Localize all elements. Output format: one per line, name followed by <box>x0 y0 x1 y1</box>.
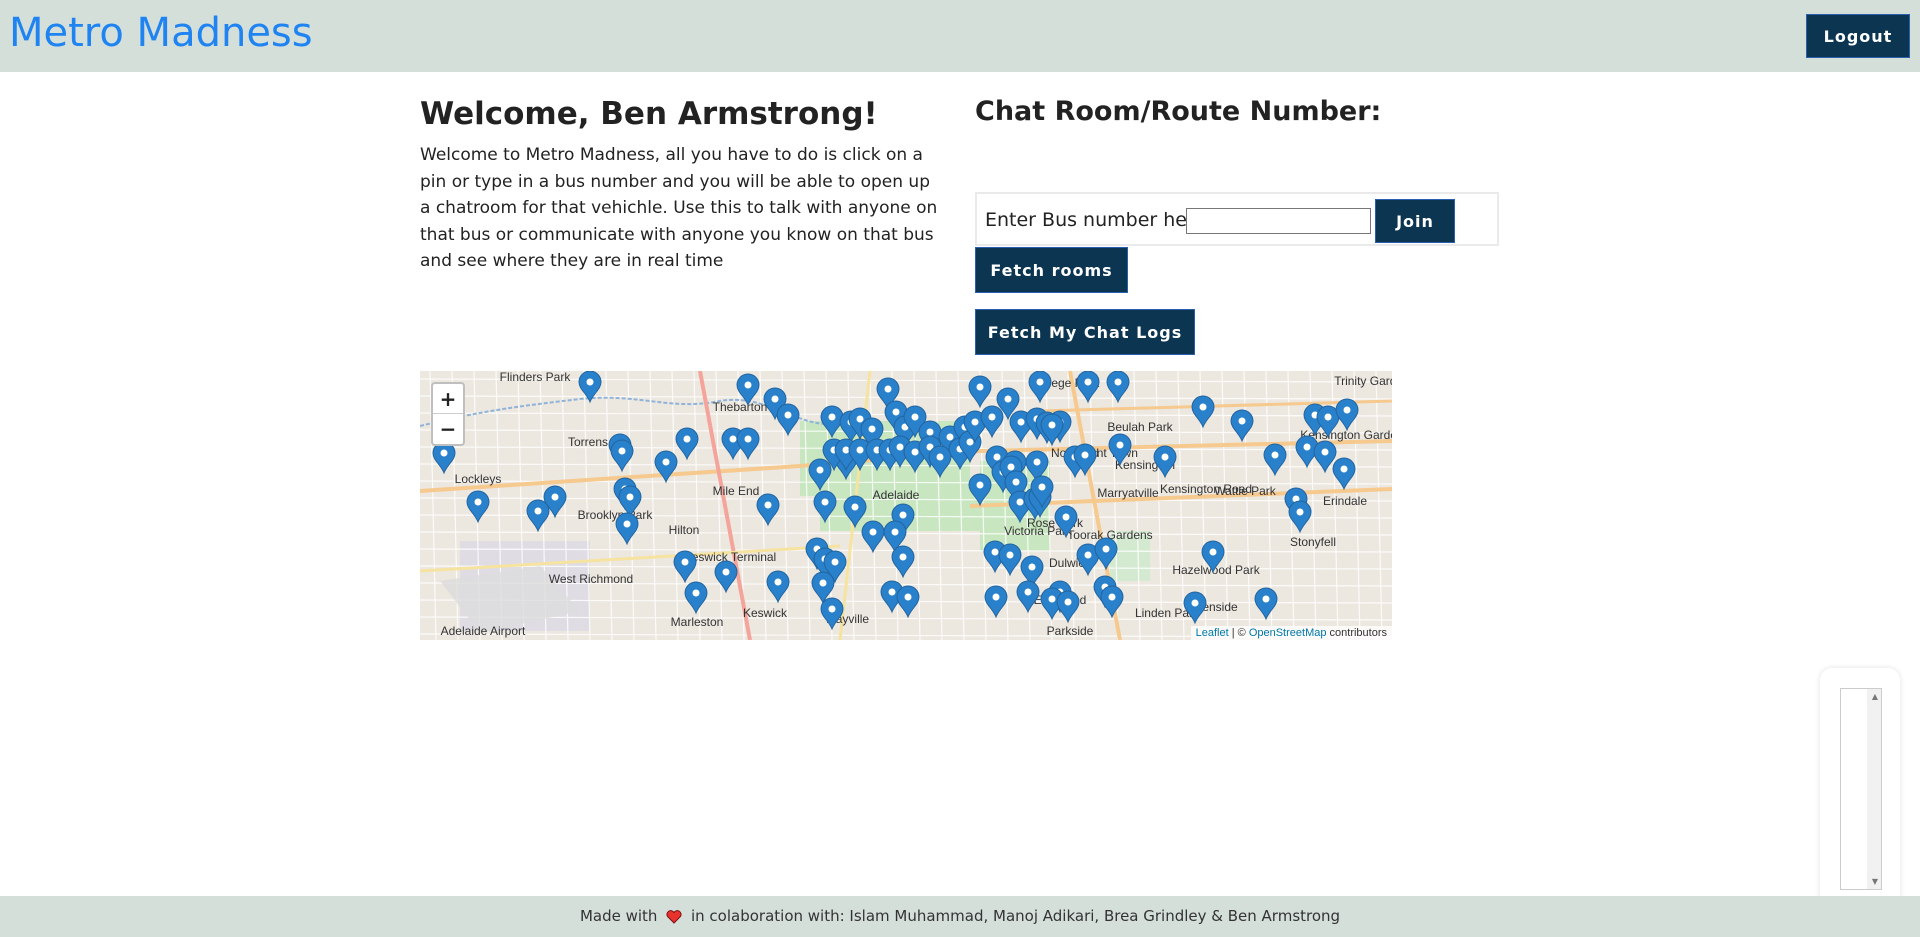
map-place-label: Adelaide Airport <box>441 624 526 638</box>
map-place-label: Trinity Gardens <box>1334 374 1392 388</box>
map-place-label: Thebarton <box>713 400 768 414</box>
footer-text: Made with in colaboration with: Islam Mu… <box>0 907 1920 925</box>
map-place-label: West Richmond <box>549 572 633 586</box>
join-form: Enter Bus number here: Join <box>975 192 1499 246</box>
map-place-label: Marryatville <box>1097 486 1159 500</box>
leaflet-link[interactable]: Leaflet <box>1196 627 1229 639</box>
osm-link[interactable]: OpenStreetMap <box>1249 627 1327 639</box>
fetch-chat-logs-button[interactable]: Fetch My Chat Logs <box>975 309 1195 355</box>
map-place-label: Erindale <box>1323 494 1367 508</box>
bus-map[interactable]: Flinders Park Thebarton College Park Trinit… <box>420 371 1392 640</box>
zoom-control: + − <box>431 382 465 446</box>
map-place-label: Stonyfell <box>1290 535 1336 549</box>
map-place-label: Mile End <box>713 484 760 498</box>
map-place-label: Parkside <box>1047 624 1094 638</box>
map-place-label: Adelaide <box>873 488 920 502</box>
heart-icon <box>666 909 682 924</box>
attribution-separator: | © <box>1228 627 1249 639</box>
logout-button[interactable]: Logout <box>1806 14 1910 58</box>
chat-scrollbar[interactable]: ▲ ▼ <box>1867 689 1881 889</box>
map-place-label: Torrens <box>568 435 608 449</box>
map-place-label: Brooklyn Park <box>578 508 654 522</box>
footer-made-with: Made with <box>579 907 658 925</box>
chat-messages-panel[interactable]: ▲ ▼ <box>1840 688 1882 890</box>
fetch-rooms-button[interactable]: Fetch rooms <box>975 247 1128 293</box>
brand-title[interactable]: Metro Madness <box>9 10 313 56</box>
footer-credits: in colaboration with: Islam Muhammad, Ma… <box>690 907 1341 925</box>
join-button[interactable]: Join <box>1375 199 1455 243</box>
map-place-label: Beulah Park <box>1107 420 1173 434</box>
map-place-label: Wattle Park <box>1214 484 1277 498</box>
zoom-in-button[interactable]: + <box>433 384 463 414</box>
site-footer: Made with in colaboration with: Islam Mu… <box>0 896 1920 937</box>
map-tiles[interactable]: Flinders ParkThebartonCollege Park Trinit… <box>420 371 1392 640</box>
attribution-suffix: contributors <box>1326 627 1387 639</box>
map-attribution: Leaflet | © OpenStreetMap contributors <box>1190 626 1392 640</box>
welcome-text: Welcome to Metro Madness, all you have t… <box>420 145 938 271</box>
zoom-out-button[interactable]: − <box>433 414 463 443</box>
bus-number-input[interactable] <box>1186 208 1371 234</box>
scroll-up-arrow-icon[interactable]: ▲ <box>1872 692 1878 701</box>
map-place-label: Hilton <box>669 523 700 537</box>
scroll-down-arrow-icon[interactable]: ▼ <box>1872 877 1878 886</box>
map-place-label: Keswick <box>743 606 788 620</box>
chat-room-title: Chat Room/Route Number: <box>975 96 1382 127</box>
welcome-heading: Welcome, Ben Armstrong! <box>420 96 878 132</box>
map-place-label: Flinders Park <box>500 371 572 384</box>
chat-widget: ▲ ▼ <box>1820 668 1900 915</box>
site-header: Metro Madness Logout <box>0 0 1920 72</box>
map-place-label: Marleston <box>671 615 724 629</box>
map-place-label: Lockleys <box>455 472 502 486</box>
bus-number-label: Enter Bus number here: <box>985 209 1213 231</box>
